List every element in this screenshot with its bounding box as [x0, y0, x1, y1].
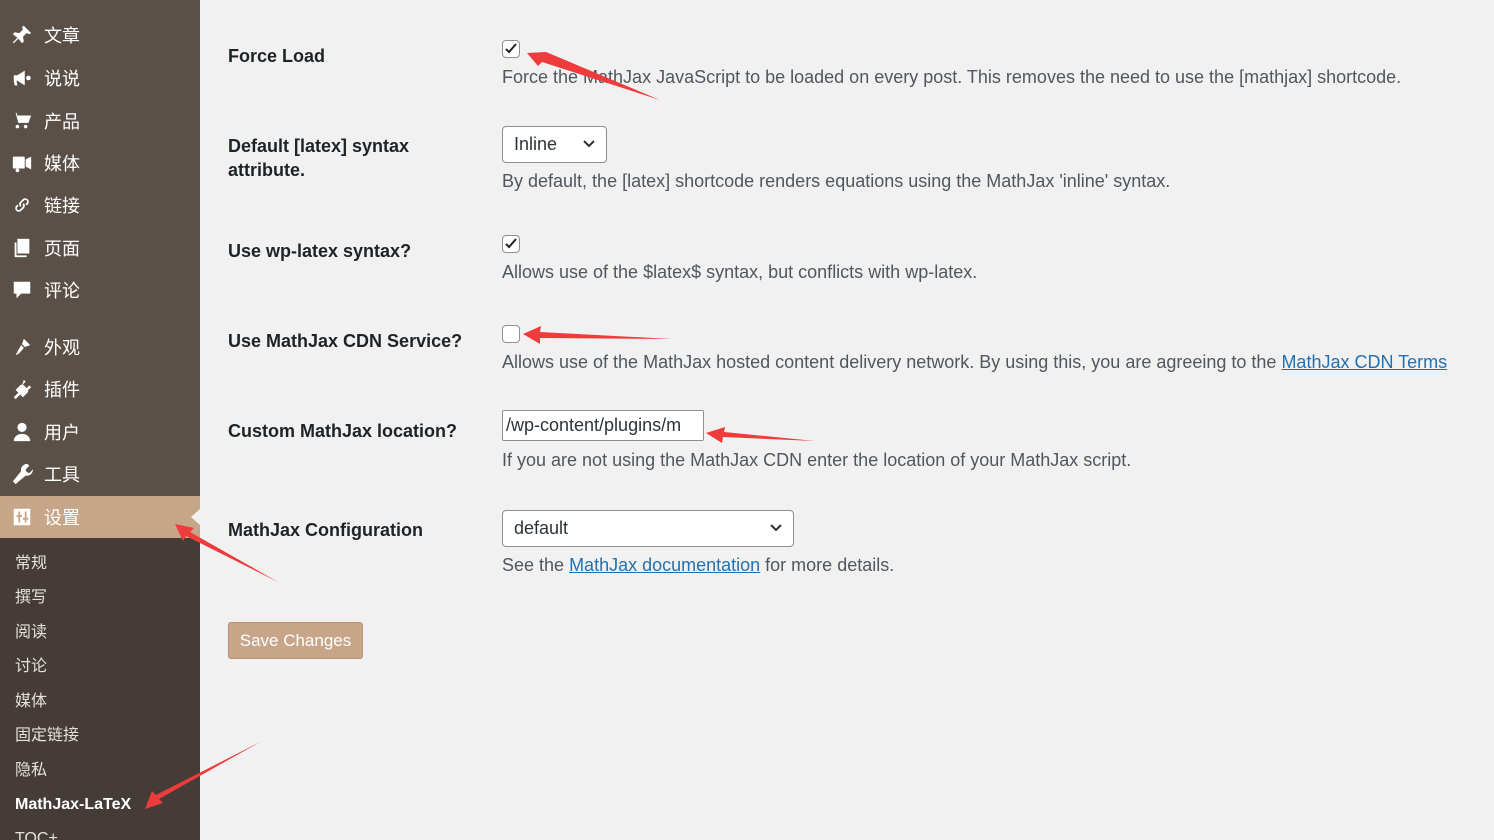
submenu-item-discussion[interactable]: 讨论 — [15, 655, 47, 679]
wp-latex-description: Allows use of the $latex$ syntax, but co… — [502, 262, 978, 282]
default-latex-select[interactable]: Inline — [502, 126, 607, 163]
settings-submenu: 常规 撰写 阅读 讨论 媒体 固定链接 隐私 MathJax-LaTeX TOC… — [0, 538, 200, 840]
checkmark-icon — [505, 43, 517, 54]
config-label: MathJax Configuration — [228, 520, 424, 540]
menu-item-users[interactable]: 用户 — [0, 411, 200, 453]
link-icon — [10, 193, 34, 217]
megaphone-icon — [10, 66, 34, 90]
cdn-label: Use MathJax CDN Service? — [228, 331, 463, 351]
chevron-down-icon — [583, 140, 595, 148]
menu-label: 插件 — [44, 380, 80, 400]
force-load-description: Force the MathJax JavaScript to be loade… — [502, 67, 1402, 87]
media-icon — [10, 151, 34, 175]
menu-item-shuoshuo[interactable]: 说说 — [0, 57, 200, 99]
menu-item-media[interactable]: 媒体 — [0, 142, 200, 184]
menu-label: 文章 — [44, 26, 80, 46]
menu-item-posts[interactable]: 文章 — [0, 14, 200, 56]
submenu-item-mathjax-latex[interactable]: MathJax-LaTeX — [15, 793, 131, 817]
submenu-item-permalinks[interactable]: 固定链接 — [15, 724, 79, 748]
cart-icon — [10, 109, 34, 133]
menu-label: 说说 — [44, 69, 80, 89]
settings-form: Force Load Force the MathJax JavaScript … — [200, 0, 1494, 840]
menu-item-products[interactable]: 产品 — [0, 100, 200, 142]
menu-item-pages[interactable]: 页面 — [0, 227, 200, 269]
plugin-icon — [10, 377, 34, 401]
settings-icon — [10, 505, 34, 529]
comment-icon — [10, 278, 34, 302]
config-description-prefix: See the — [502, 555, 570, 575]
menu-item-links[interactable]: 链接 — [0, 184, 200, 226]
chevron-down-icon — [770, 524, 782, 532]
default-latex-label: Default [latex] syntax attribute. — [228, 136, 410, 180]
config-select[interactable]: default — [502, 510, 794, 547]
menu-label: 评论 — [44, 281, 80, 301]
menu-label: 媒体 — [44, 154, 80, 174]
submenu-item-reading[interactable]: 阅读 — [15, 621, 47, 645]
cdn-terms-link[interactable]: MathJax CDN Terms — [1281, 352, 1447, 372]
menu-label: 链接 — [44, 196, 80, 216]
default-latex-selected: Inline — [514, 134, 558, 154]
default-latex-description: By default, the [latex] shortcode render… — [502, 171, 1171, 191]
checkmark-icon — [505, 238, 517, 249]
menu-label: 页面 — [44, 239, 80, 259]
submenu-item-toc[interactable]: TOC+ — [15, 827, 58, 840]
menu-label: 设置 — [44, 508, 80, 528]
force-load-checkbox[interactable] — [502, 40, 520, 58]
config-selected: default — [514, 518, 569, 538]
cdn-description-text: Allows use of the MathJax hosted content… — [502, 352, 1282, 372]
menu-item-plugins[interactable]: 插件 — [0, 368, 200, 410]
menu-item-settings[interactable]: 设置 — [0, 496, 200, 538]
menu-item-appearance[interactable]: 外观 — [0, 326, 200, 368]
pages-icon — [10, 236, 34, 260]
brush-icon — [10, 335, 34, 359]
custom-location-description: If you are not using the MathJax CDN ent… — [502, 450, 1132, 470]
save-changes-button[interactable]: Save Changes — [228, 622, 363, 659]
wp-latex-checkbox[interactable] — [502, 235, 520, 253]
custom-location-label: Custom MathJax location? — [228, 421, 458, 441]
submenu-item-writing[interactable]: 撰写 — [15, 586, 47, 610]
config-description-suffix: for more details. — [760, 555, 895, 575]
user-icon — [10, 420, 34, 444]
admin-sidebar: 文章 说说 产品 媒体 链接 页面 评论 外观 插件 用户 工具 设置 常规 撰… — [0, 0, 200, 840]
menu-label: 用户 — [44, 423, 80, 443]
menu-label: 工具 — [44, 465, 80, 485]
menu-label: 外观 — [44, 338, 80, 358]
force-load-label: Force Load — [228, 46, 326, 66]
submenu-item-general[interactable]: 常规 — [15, 552, 47, 576]
config-description: See the MathJax documentation for more d… — [502, 553, 894, 577]
wp-latex-label: Use wp-latex syntax? — [228, 241, 412, 261]
menu-label: 产品 — [44, 112, 80, 132]
menu-item-tools[interactable]: 工具 — [0, 453, 200, 495]
submenu-item-media[interactable]: 媒体 — [15, 690, 47, 714]
wrench-icon — [10, 462, 34, 486]
cdn-checkbox[interactable] — [502, 325, 520, 343]
custom-location-input[interactable]: /wp-content/plugins/m — [502, 410, 704, 441]
mathjax-docs-link[interactable]: MathJax documentation — [569, 555, 760, 575]
menu-item-comments[interactable]: 评论 — [0, 269, 200, 311]
pin-icon — [10, 23, 34, 47]
cdn-description: Allows use of the MathJax hosted content… — [502, 350, 1447, 374]
submenu-item-privacy[interactable]: 隐私 — [15, 759, 47, 783]
